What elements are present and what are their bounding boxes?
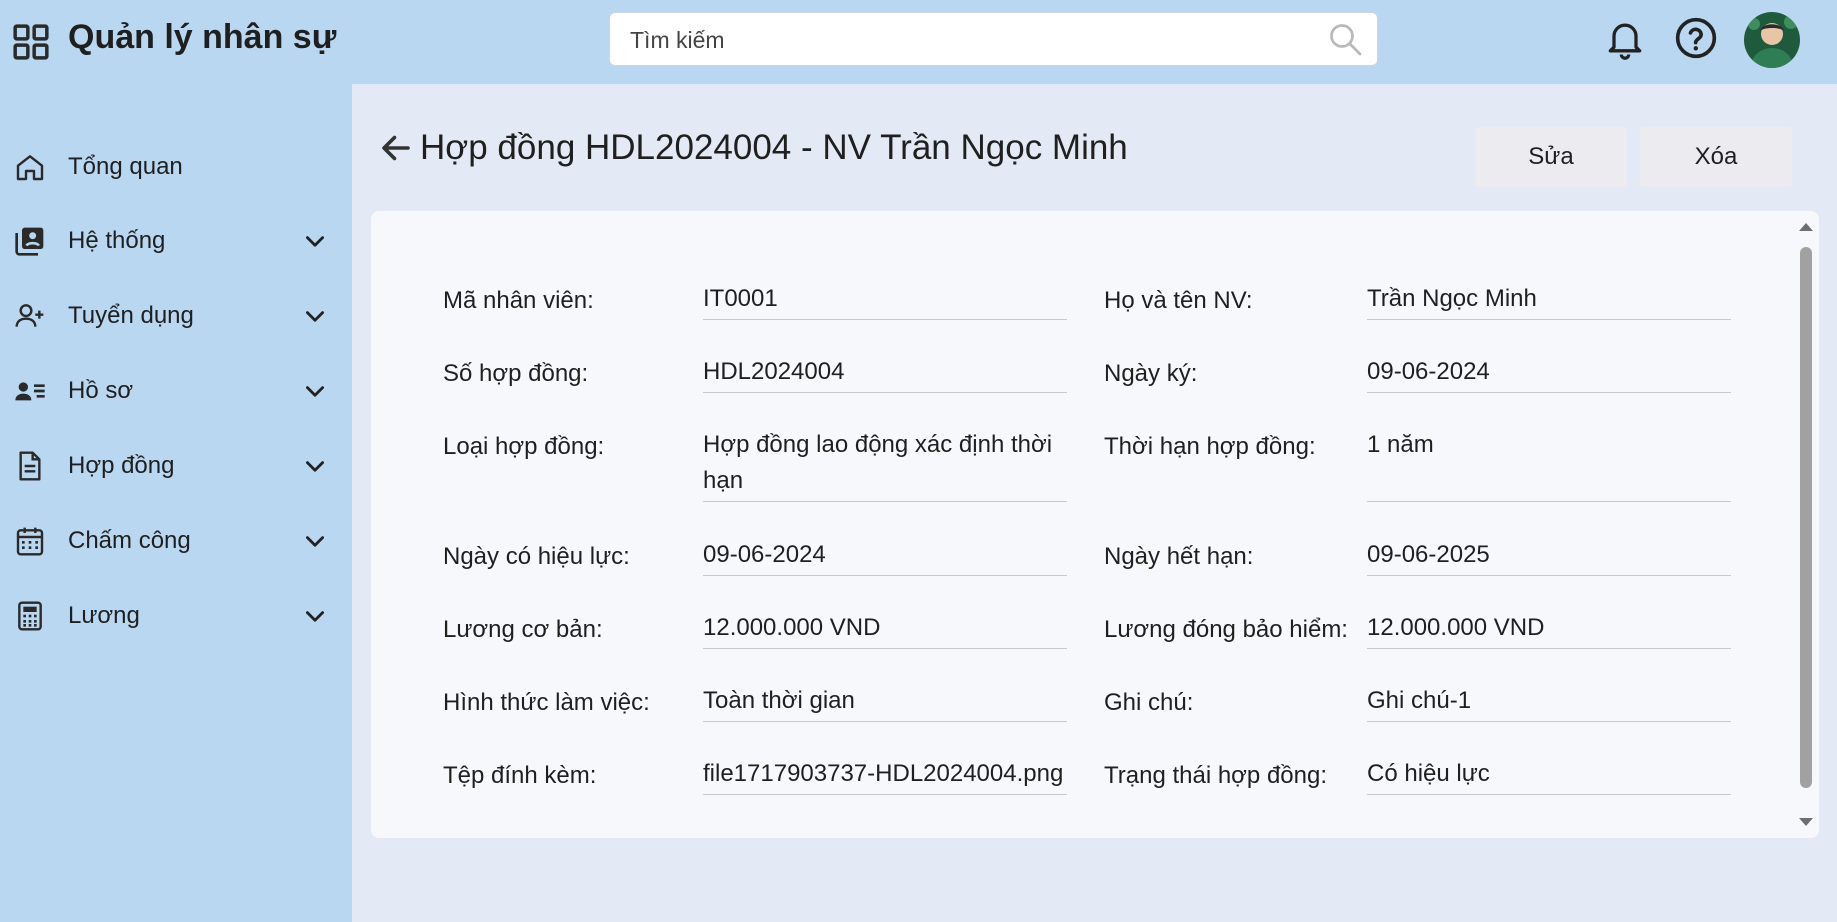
- field-label: Trạng thái hợp đồng:: [1104, 762, 1327, 789]
- field-label: Tệp đính kèm:: [443, 762, 597, 789]
- chevron-down-icon[interactable]: [302, 454, 328, 480]
- sidebar-item-label: Tuyển dụng: [68, 302, 194, 329]
- add-person-icon: [15, 304, 44, 327]
- edit-button[interactable]: Sửa: [1475, 127, 1627, 187]
- sidebar-item-label: Hợp đồng: [68, 452, 175, 479]
- main-content: Hợp đồng HDL2024004 - NV Trần Ngọc Minh …: [352, 84, 1837, 922]
- delete-button[interactable]: Xóa: [1640, 127, 1792, 187]
- field-label: Ngày có hiệu lực:: [443, 543, 630, 570]
- sidebar-item-overview[interactable]: Tổng quan: [0, 136, 352, 198]
- employee-name-value: Trần Ngọc Minh: [1367, 281, 1731, 320]
- field-label: Ngày hết hạn:: [1104, 543, 1254, 570]
- sign-date-value: 09-06-2024: [1367, 354, 1731, 393]
- page-title: Hợp đồng HDL2024004 - NV Trần Ngọc Minh: [420, 128, 1128, 167]
- sidebar-item-timekeeping[interactable]: Chấm công: [0, 510, 352, 572]
- scroll-up-arrow-icon[interactable]: [1799, 223, 1813, 231]
- back-arrow-icon[interactable]: [378, 130, 414, 166]
- note-value: Ghi chú-1: [1367, 683, 1731, 722]
- calculator-icon: [18, 601, 42, 631]
- field-label: Ngày ký:: [1104, 360, 1198, 387]
- field-label: Thời hạn hợp đồng:: [1104, 433, 1316, 460]
- document-icon: [19, 451, 41, 481]
- scroll-thumb[interactable]: [1800, 247, 1812, 788]
- chevron-down-icon[interactable]: [302, 379, 328, 405]
- scroll-down-arrow-icon[interactable]: [1799, 818, 1813, 826]
- field-label: Họ và tên NV:: [1104, 287, 1253, 314]
- field-label: Lương cơ bản:: [443, 616, 603, 643]
- work-type-value: Toàn thời gian: [703, 683, 1067, 722]
- sidebar: Tổng quan Hệ thống Tuyển dụng Hồ sơ Hợp …: [0, 84, 352, 922]
- chevron-down-icon[interactable]: [302, 529, 328, 555]
- employee-id-value: IT0001: [703, 281, 1067, 320]
- contract-type-value: Hợp đồng lao động xác định thời hạn: [703, 427, 1067, 502]
- chevron-down-icon[interactable]: [302, 604, 328, 630]
- field-label: Hình thức làm việc:: [443, 689, 650, 716]
- contract-term-value: 1 năm: [1367, 427, 1731, 502]
- attachment-link[interactable]: file1717903737-HDL2024004.png: [703, 756, 1067, 795]
- top-bar: Quản lý nhân sự: [0, 0, 1837, 84]
- sidebar-item-label: Lương: [68, 602, 140, 629]
- sidebar-item-recruitment[interactable]: Tuyển dụng: [0, 285, 352, 347]
- field-label: Số hợp đồng:: [443, 360, 589, 387]
- chevron-down-icon[interactable]: [302, 229, 328, 255]
- system-icon: [15, 227, 44, 256]
- help-icon[interactable]: [1674, 16, 1718, 60]
- apps-grid-icon[interactable]: [12, 23, 50, 61]
- contract-number-value: HDL2024004: [703, 354, 1067, 393]
- contract-detail-card: Mã nhân viên: IT0001 Họ và tên NV: Trần …: [371, 211, 1819, 838]
- search-box[interactable]: [609, 12, 1378, 67]
- effective-date-value: 09-06-2024: [703, 537, 1067, 576]
- user-avatar-icon: [1744, 12, 1800, 68]
- sidebar-item-profile[interactable]: Hồ sơ: [0, 360, 352, 422]
- sidebar-item-contract[interactable]: Hợp đồng: [0, 435, 352, 497]
- sidebar-item-label: Hồ sơ: [68, 377, 134, 404]
- sidebar-item-salary[interactable]: Lương: [0, 585, 352, 647]
- avatar[interactable]: [1744, 12, 1800, 68]
- app-title: Quản lý nhân sự: [68, 18, 337, 56]
- profile-list-icon: [15, 382, 45, 401]
- field-label: Mã nhân viên:: [443, 287, 594, 314]
- sidebar-item-label: Chấm công: [68, 527, 191, 554]
- sidebar-item-label: Hệ thống: [68, 227, 166, 254]
- field-label: Loại hợp đồng:: [443, 433, 605, 460]
- chevron-down-icon[interactable]: [302, 304, 328, 330]
- contract-status-value: Có hiệu lực: [1367, 756, 1731, 795]
- insurance-salary-value: 12.000.000 VND: [1367, 610, 1731, 649]
- bell-icon[interactable]: [1603, 16, 1647, 60]
- vertical-scrollbar[interactable]: [1796, 211, 1819, 838]
- calendar-icon: [16, 527, 44, 556]
- field-label: Ghi chú:: [1104, 689, 1194, 716]
- expiry-date-value: 09-06-2025: [1367, 537, 1731, 576]
- search-icon[interactable]: [1327, 21, 1363, 57]
- home-icon: [16, 155, 44, 181]
- field-label: Lương đóng bảo hiểm:: [1104, 616, 1348, 643]
- sidebar-item-label: Tổng quan: [68, 153, 183, 180]
- base-salary-value: 12.000.000 VND: [703, 610, 1067, 649]
- search-input[interactable]: [628, 13, 1312, 67]
- sidebar-item-system[interactable]: Hệ thống: [0, 210, 352, 272]
